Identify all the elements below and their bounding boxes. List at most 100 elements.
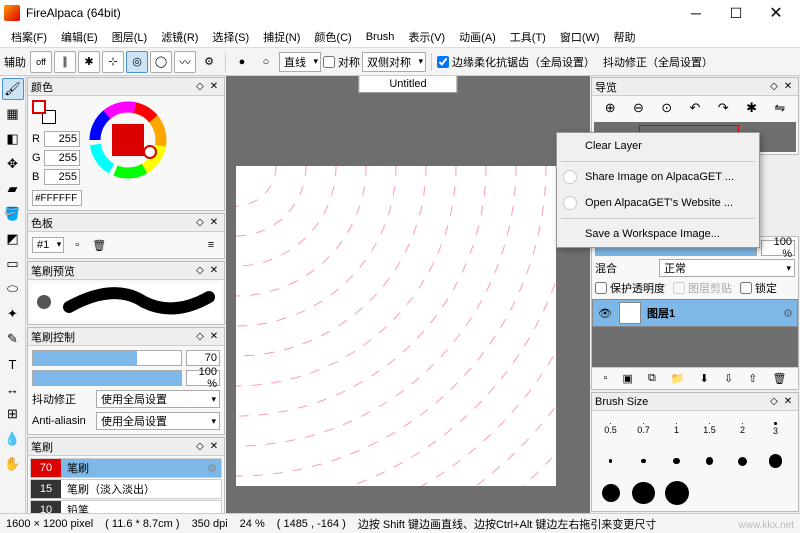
brush-list-item[interactable]: 10铅笔 <box>30 500 222 513</box>
palette-menu-button[interactable]: ≡ <box>202 236 220 254</box>
menu-file[interactable]: 档案(F) <box>4 27 54 47</box>
panel-undock-icon[interactable]: ◇ <box>193 331 207 342</box>
select-lasso-tool[interactable]: ⬭ <box>2 278 24 300</box>
layer-settings-icon[interactable]: ⚙ <box>783 307 793 320</box>
oper-tool[interactable]: ↔ <box>2 378 24 400</box>
brush-size-cell[interactable]: 3 <box>759 413 792 445</box>
layer-opacity-value[interactable]: 100 % <box>761 240 795 256</box>
blend-select[interactable]: 正常 <box>659 259 795 277</box>
menu-view[interactable]: 表示(V) <box>401 27 452 47</box>
panel-close-icon[interactable]: ✕ <box>781 396 795 407</box>
snap-radial-button[interactable]: ◎ <box>126 51 148 73</box>
eraser-tool[interactable]: ◧ <box>2 128 24 150</box>
aa-select[interactable]: 使用全局设置 <box>96 412 220 430</box>
panel-undock-icon[interactable]: ◇ <box>767 81 781 92</box>
menu-window[interactable]: 窗口(W) <box>553 27 607 47</box>
brush-list-item[interactable]: 70笔刷⚙ <box>30 458 222 478</box>
panel-undock-icon[interactable]: ◇ <box>767 396 781 407</box>
snap-vanish-button[interactable]: ⊹ <box>102 51 124 73</box>
brush-size-value[interactable]: 70 <box>186 350 220 366</box>
palette-delete-button[interactable]: 🗑 <box>90 236 108 254</box>
brush-tool[interactable]: 🖌 <box>2 78 24 100</box>
document-tab[interactable]: Untitled <box>358 76 457 93</box>
fg-bg-swatch[interactable] <box>32 100 56 124</box>
flip-icon[interactable]: ⇋ <box>774 100 785 116</box>
ctx-clear-layer[interactable]: Clear Layer <box>557 133 759 159</box>
brush-size-cell[interactable] <box>627 477 660 509</box>
brush-size-slider[interactable] <box>32 350 182 366</box>
brush-size-cell[interactable]: 0.5 <box>594 413 627 445</box>
rotate-left-icon[interactable]: ↶ <box>690 100 701 116</box>
brush-size-cell[interactable] <box>660 445 693 477</box>
folder-icon[interactable]: 📁 <box>671 372 685 385</box>
palette-add-button[interactable]: ▫ <box>68 236 86 254</box>
minimize-button[interactable]: ─ <box>676 0 716 26</box>
r-input[interactable] <box>44 131 80 147</box>
menu-edit[interactable]: 编辑(E) <box>54 27 105 47</box>
ctx-save-workspace[interactable]: Save a Workspace Image... <box>557 221 759 247</box>
g-input[interactable] <box>44 150 80 166</box>
brush-size-cell[interactable] <box>660 477 693 509</box>
brush-size-cell[interactable] <box>726 445 759 477</box>
move-down-icon[interactable]: ⇩ <box>724 372 733 385</box>
brush-size-cell[interactable] <box>594 477 627 509</box>
zoom-in-icon[interactable]: ⊕ <box>605 100 616 116</box>
snap-settings-button[interactable]: ⚙ <box>198 51 220 73</box>
merge-down-icon[interactable]: ⬇ <box>700 372 709 385</box>
rotate-reset-icon[interactable]: ✱ <box>746 100 757 116</box>
dot-tool[interactable]: ▦ <box>2 103 24 125</box>
protect-alpha-checkbox[interactable] <box>595 282 607 294</box>
select-pen-tool[interactable]: ✎ <box>2 328 24 350</box>
b-input[interactable] <box>44 169 80 185</box>
panel-close-icon[interactable]: ✕ <box>207 81 221 92</box>
panel-close-icon[interactable]: ✕ <box>207 265 221 276</box>
layer-visibility-icon[interactable]: 👁 <box>597 307 613 320</box>
new-layer-icon[interactable]: ▫ <box>604 372 608 385</box>
canvas[interactable] <box>236 166 556 486</box>
text-tool[interactable]: T <box>2 353 24 375</box>
zoom-out-icon[interactable]: ⊖ <box>633 100 644 116</box>
brush-settings-icon[interactable]: ⚙ <box>207 462 217 475</box>
snap-cross-button[interactable]: ✱ <box>78 51 100 73</box>
brush-size-cell[interactable]: 1.5 <box>693 413 726 445</box>
menu-color[interactable]: 颜色(C) <box>307 27 358 47</box>
layer-list-area[interactable] <box>592 327 798 367</box>
line-mode-select[interactable]: 直线 <box>279 52 321 72</box>
brush-opacity-slider[interactable] <box>32 370 182 386</box>
fill-tool[interactable]: ▰ <box>2 178 24 200</box>
menu-filter[interactable]: 滤镜(R) <box>154 27 205 47</box>
panel-close-icon[interactable]: ✕ <box>207 331 221 342</box>
bucket-tool[interactable]: 🪣 <box>2 203 24 225</box>
brush-ring-icon[interactable]: ○ <box>255 51 277 73</box>
brush-size-cell[interactable] <box>759 445 792 477</box>
panel-undock-icon[interactable]: ◇ <box>193 441 207 452</box>
select-wand-tool[interactable]: ✦ <box>2 303 24 325</box>
brush-size-cell[interactable] <box>594 445 627 477</box>
gradient-tool[interactable]: ◩ <box>2 228 24 250</box>
maximize-button[interactable]: ☐ <box>716 0 756 26</box>
panel-undock-icon[interactable]: ◇ <box>193 217 207 228</box>
menu-anim[interactable]: 动画(A) <box>452 27 503 47</box>
divide-tool[interactable]: ⊞ <box>2 403 24 425</box>
ctx-share-image[interactable]: Share Image on AlpacaGET ... <box>557 164 759 190</box>
symmetry-mode-select[interactable]: 双侧对称 <box>362 52 426 72</box>
panel-close-icon[interactable]: ✕ <box>207 217 221 228</box>
layer-item[interactable]: 👁 图层1 ⚙ <box>592 299 798 327</box>
panel-undock-icon[interactable]: ◇ <box>193 81 207 92</box>
ctx-open-website[interactable]: Open AlpacaGET's Website ... <box>557 190 759 216</box>
panel-close-icon[interactable]: ✕ <box>207 441 221 452</box>
panel-undock-icon[interactable]: ◇ <box>193 265 207 276</box>
brush-size-cell[interactable] <box>693 445 726 477</box>
duplicate-layer-icon[interactable]: ⧉ <box>648 372 656 385</box>
brush-size-cell[interactable] <box>627 445 660 477</box>
menu-tool[interactable]: 工具(T) <box>503 27 553 47</box>
menu-help[interactable]: 帮助 <box>607 27 643 47</box>
menu-brush[interactable]: Brush <box>359 29 402 45</box>
snap-curve-button[interactable]: 〰 <box>174 51 196 73</box>
snap-parallel-button[interactable]: ∥ <box>54 51 76 73</box>
hand-tool[interactable]: ✋ <box>2 453 24 475</box>
new-group-icon[interactable]: ▣ <box>623 372 633 385</box>
panel-close-icon[interactable]: ✕ <box>781 81 795 92</box>
select-rect-tool[interactable]: ▭ <box>2 253 24 275</box>
brush-dot-icon[interactable]: ● <box>231 51 253 73</box>
